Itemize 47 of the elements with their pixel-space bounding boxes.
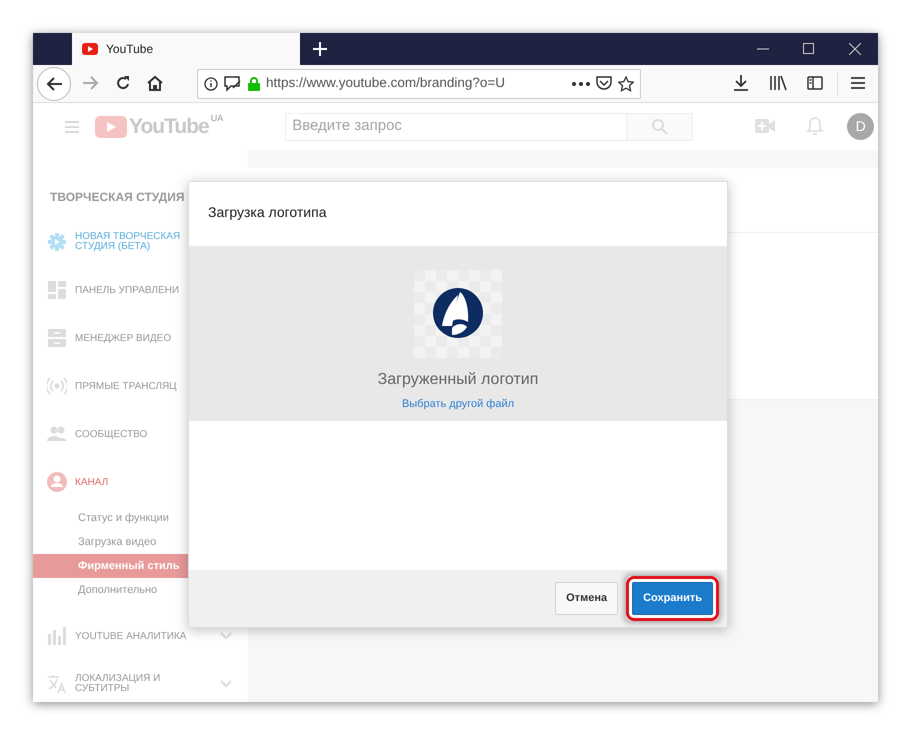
search-field[interactable]: Введите запрос bbox=[285, 112, 628, 140]
dialog-title: Загрузка логотипа bbox=[207, 203, 328, 222]
back-button[interactable] bbox=[37, 66, 71, 100]
search-icon bbox=[652, 118, 668, 134]
sidebar-item[interactable]: СООБЩЕСТВО bbox=[33, 410, 248, 458]
close-icon[interactable] bbox=[849, 43, 861, 55]
region-label: UA bbox=[210, 112, 224, 124]
people-icon bbox=[47, 424, 67, 444]
sidebar-item[interactable]: ПАНЕЛЬ УПРАВЛЕНИ bbox=[33, 266, 248, 314]
sidebar-item[interactable]: МЕНЕДЖЕР ВИДЕО bbox=[33, 314, 248, 362]
youtube-icon bbox=[82, 43, 98, 55]
back-arrow-icon bbox=[46, 76, 62, 90]
more-icon[interactable] bbox=[572, 82, 590, 86]
youtube-logo-icon bbox=[95, 116, 127, 138]
sidebar-item[interactable]: КАНАЛ bbox=[33, 458, 248, 506]
cancel-button[interactable]: Отмена bbox=[555, 582, 618, 615]
plus-icon[interactable] bbox=[313, 42, 327, 56]
info-icon bbox=[204, 76, 218, 90]
choose-file-link[interactable]: Выбрать другой файл bbox=[402, 396, 514, 412]
reload-icon[interactable] bbox=[115, 75, 131, 92]
avatar[interactable]: D bbox=[847, 113, 874, 140]
url-text: https://www.youtube.com/branding?o=U bbox=[266, 74, 506, 92]
preview-caption: Загруженный логотип bbox=[378, 370, 538, 390]
video-manager-icon bbox=[47, 328, 67, 348]
browser-tab[interactable]: YouTube bbox=[72, 33, 300, 65]
sidebar-heading: ТВОРЧЕСКАЯ СТУДИЯ bbox=[50, 190, 184, 204]
sidebar-item[interactable]: ЛОКАЛИЗАЦИЯ И СУБТИТРЫ bbox=[33, 660, 248, 702]
address-bar[interactable]: https://www.youtube.com/branding?o=U bbox=[197, 68, 641, 98]
star-icon[interactable] bbox=[618, 76, 634, 92]
home-icon[interactable] bbox=[147, 75, 163, 92]
sidebar-icon[interactable] bbox=[807, 76, 823, 90]
gear-icon bbox=[47, 232, 67, 252]
sidebar-item[interactable]: YOUTUBE АНАЛИТИКА bbox=[33, 612, 248, 660]
lock-icon bbox=[248, 76, 260, 90]
download-icon[interactable] bbox=[733, 75, 749, 92]
sidebar-item[interactable]: ПРЯМЫЕ ТРАНСЛЯЦ bbox=[33, 362, 248, 410]
maximize-icon[interactable] bbox=[803, 43, 815, 55]
person-icon bbox=[47, 472, 67, 492]
sidebar-subitem[interactable]: Фирменный стиль bbox=[33, 554, 188, 578]
broadcast-icon bbox=[47, 376, 67, 396]
bar-chart-icon bbox=[47, 626, 67, 646]
pocket-icon[interactable] bbox=[596, 76, 612, 91]
menu-icon[interactable] bbox=[850, 76, 866, 90]
library-icon[interactable] bbox=[769, 75, 787, 92]
dashboard-icon bbox=[47, 280, 67, 300]
translate-icon bbox=[47, 674, 67, 694]
chat-icon bbox=[224, 76, 242, 92]
